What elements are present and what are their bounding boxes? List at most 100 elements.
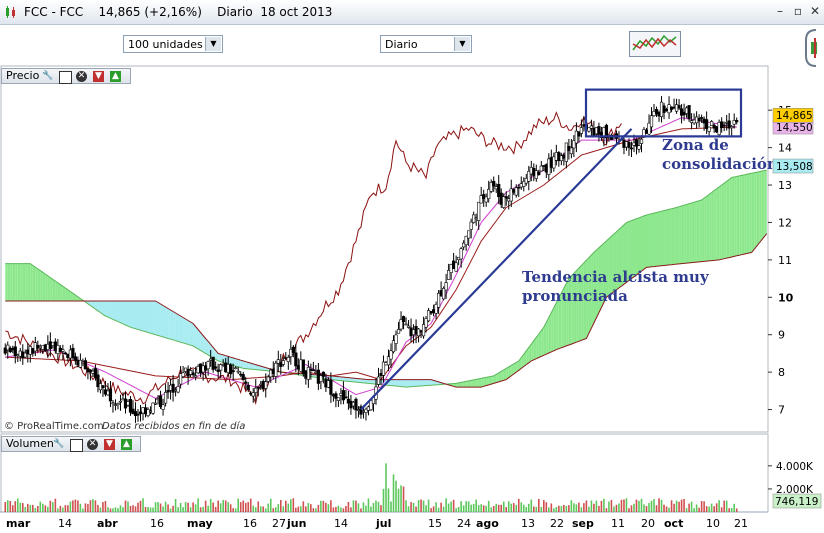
volume-bar [560, 506, 563, 512]
cloud-segment [145, 301, 149, 333]
volume-bar [355, 500, 357, 512]
candle-body [444, 282, 448, 291]
volume-bar [184, 502, 187, 512]
cloud-segment [638, 216, 642, 273]
cloud-segment [761, 170, 765, 240]
cloud-segment [218, 353, 221, 362]
volume-bar [39, 501, 42, 512]
cloud-segment [709, 192, 712, 261]
candle-body [569, 147, 573, 155]
volume-bar [718, 500, 720, 512]
cloud-segment [158, 302, 161, 337]
x-tick-label: jul [375, 517, 391, 530]
x-axis-band [0, 512, 824, 533]
arrow-up-icon[interactable]: ▲ [110, 71, 121, 82]
cloud-segment [706, 194, 710, 262]
cloud-segment [553, 302, 557, 351]
volume-bar [425, 505, 427, 512]
volume-bar [16, 498, 19, 512]
volume-bar [337, 505, 340, 512]
volume-bar [335, 506, 337, 512]
candle-body [459, 248, 463, 260]
volume-bar [182, 507, 184, 512]
candle-body [469, 221, 473, 230]
cloud-segment [756, 171, 760, 247]
cloud-segment [35, 267, 38, 302]
window-icon[interactable] [59, 71, 72, 84]
volume-bar [625, 498, 628, 512]
volume-bar [510, 503, 513, 512]
window-icon[interactable] [70, 439, 83, 452]
arrow-down-icon[interactable]: ▼ [93, 71, 104, 82]
cloud-segment [759, 171, 762, 244]
candle-body [101, 385, 105, 389]
cloud-segment [694, 201, 697, 263]
volume-bar [214, 506, 217, 512]
cloud-segment [746, 173, 750, 254]
cloud-segment [636, 217, 639, 275]
volume-bar [365, 505, 367, 512]
volume-bar [67, 505, 69, 512]
volume-bar [259, 506, 262, 512]
wrench-icon[interactable]: 🔧 [53, 439, 64, 450]
volume-bar [643, 504, 645, 512]
cloud-segment [160, 304, 164, 337]
cloud-segment [754, 172, 757, 250]
candle-body [234, 367, 238, 370]
cloud-segment [148, 301, 151, 334]
candle-body [341, 390, 346, 401]
volume-bar [137, 502, 139, 512]
volume-bar [367, 498, 370, 512]
volume-bar [72, 500, 74, 512]
volume-bar [595, 500, 598, 512]
cloud-segment [704, 196, 707, 262]
volume-bar [613, 506, 615, 512]
cloud-segment [185, 318, 189, 345]
volume-bar [580, 507, 583, 512]
volume-bar [695, 504, 698, 512]
volume-bar [104, 501, 107, 512]
volume-bar [455, 508, 457, 512]
cloud-segment [538, 330, 542, 358]
cloud-segment [42, 272, 46, 302]
volume-bar [435, 502, 437, 512]
volume-bar [610, 499, 613, 512]
candle-body [13, 346, 17, 357]
candle-body [396, 329, 401, 334]
cloud-segment [153, 301, 156, 335]
consolidation-label-2: consolidación [662, 155, 778, 173]
cloud-segment [163, 305, 166, 338]
cloud-segment [741, 174, 745, 255]
volume-bar [482, 505, 485, 512]
cloud-segment [180, 316, 184, 343]
volume-bar [54, 498, 57, 512]
volume-bar [282, 506, 285, 512]
volume-bar [380, 505, 382, 512]
volume-bar [593, 503, 595, 512]
cloud-segment [473, 379, 477, 388]
arrow-down-icon[interactable]: ▼ [104, 439, 115, 450]
volume-bar [402, 486, 405, 512]
cloud-segment [669, 208, 672, 265]
arrow-up-icon[interactable]: ▲ [121, 439, 132, 450]
volume-bar [249, 498, 252, 512]
volume-bar [257, 501, 260, 512]
volume-bar [502, 501, 505, 512]
volume-bar [553, 508, 555, 512]
volume-bar [565, 505, 568, 512]
volume-bar [630, 505, 633, 512]
wrench-icon[interactable]: 🔧 [42, 71, 53, 82]
cloud-segment [178, 314, 181, 343]
candle-body [639, 138, 644, 144]
candle-body [344, 396, 348, 399]
close-icon[interactable]: ✕ [87, 439, 98, 450]
close-icon[interactable]: ✕ [76, 71, 87, 82]
cloud-segment [7, 263, 11, 302]
candle-body [564, 142, 568, 162]
volume-bar [290, 499, 292, 512]
cloud-segment [17, 263, 21, 302]
volume-bar [663, 504, 665, 512]
cloud-segment [418, 379, 422, 387]
candle-body [707, 126, 711, 132]
cloud-segment [724, 181, 727, 259]
